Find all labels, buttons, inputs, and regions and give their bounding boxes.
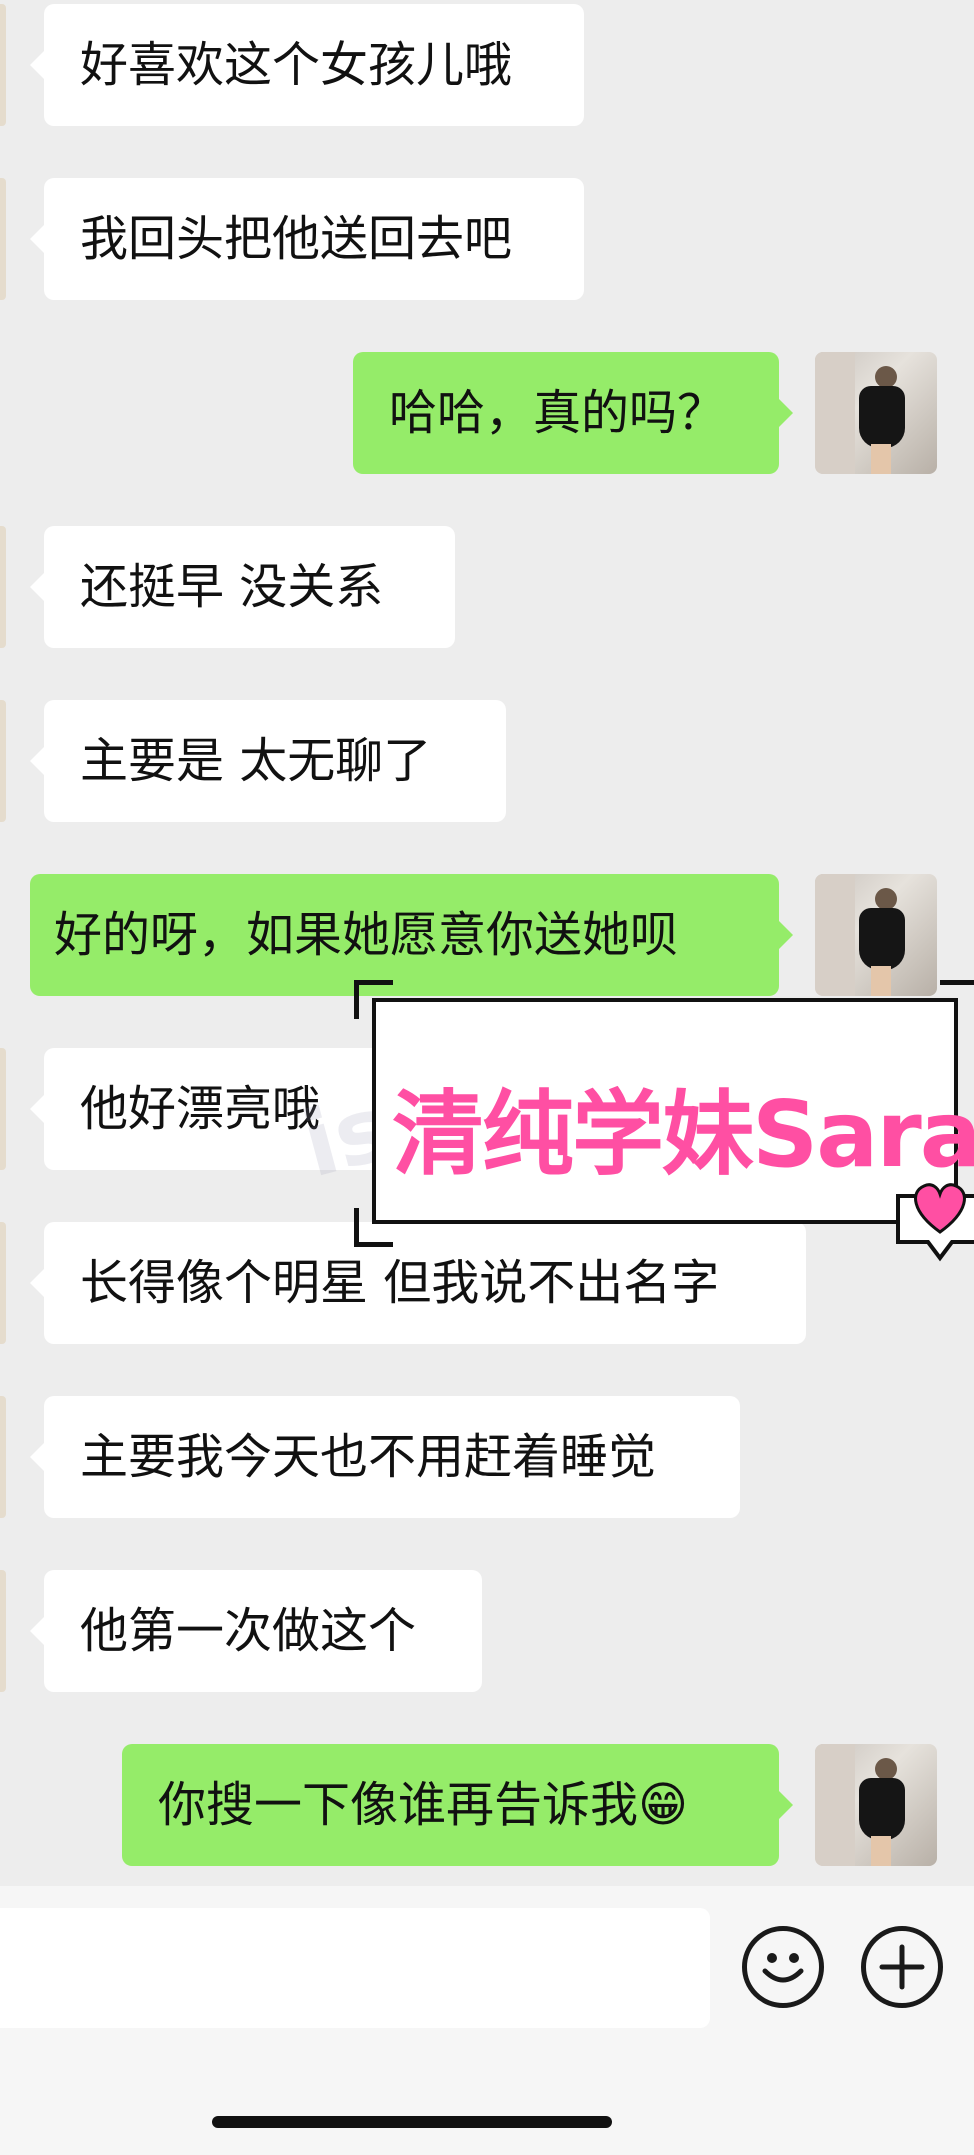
avatar[interactable] — [815, 352, 937, 474]
avatar[interactable] — [0, 4, 6, 126]
message-bubble[interactable]: 他第一次做这个 — [44, 1570, 482, 1692]
avatar[interactable] — [0, 1396, 6, 1518]
avatar[interactable] — [815, 874, 937, 996]
plus-icon[interactable] — [861, 1926, 943, 2008]
avatar[interactable] — [0, 700, 6, 822]
avatar[interactable] — [0, 526, 6, 648]
emoji-smile-icon[interactable] — [742, 1926, 824, 2008]
avatar[interactable] — [0, 1570, 6, 1692]
watermark-text: 清纯学妹Sara — [392, 1081, 974, 1188]
message-bubble[interactable]: 主要我今天也不用赶着睡觉 — [44, 1396, 740, 1518]
heart-chat-icon — [896, 1183, 974, 1262]
message-bubble[interactable]: 好的呀，如果她愿意你送她呗 — [30, 874, 779, 996]
home-indicator[interactable] — [212, 2116, 612, 2128]
avatar[interactable] — [0, 178, 6, 300]
message-bubble[interactable]: 还挺早 没关系 — [44, 526, 455, 648]
message-input[interactable] — [0, 1908, 710, 2028]
message-bubble[interactable]: 主要是 太无聊了 — [44, 700, 506, 822]
message-bubble[interactable]: 长得像个明星 但我说不出名字 — [44, 1222, 806, 1344]
message-bubble[interactable]: 你搜一下像谁再告诉我😁 — [122, 1744, 779, 1866]
avatar[interactable] — [0, 1222, 6, 1344]
message-bubble[interactable]: 好喜欢这个女孩儿哦 — [44, 4, 584, 126]
message-bubble[interactable]: 我回头把他送回去吧 — [44, 178, 584, 300]
avatar[interactable] — [815, 1744, 937, 1866]
avatar[interactable] — [0, 1048, 6, 1170]
message-bubble[interactable]: 哈哈，真的吗？ — [353, 352, 779, 474]
